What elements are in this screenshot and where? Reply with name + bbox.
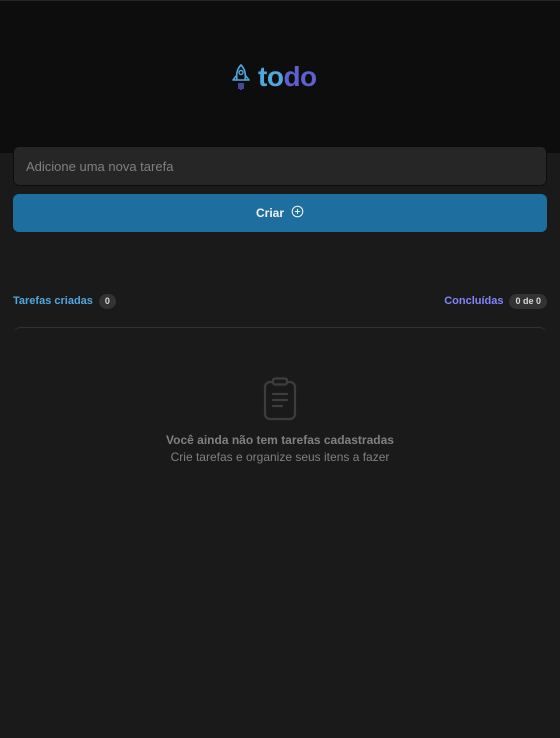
created-tasks-counter: Tarefas criadas 0	[13, 293, 116, 309]
task-counters: Tarefas criadas 0 Concluídas 0 de 0	[13, 293, 547, 309]
clipboard-icon	[263, 377, 297, 426]
created-tasks-badge: 0	[98, 293, 116, 309]
empty-state-subtitle: Crie tarefas e organize seus itens a faz…	[170, 450, 390, 464]
plus-circle-icon	[284, 205, 304, 221]
created-tasks-label: Tarefas criadas	[13, 295, 93, 307]
logo-text-to: to	[258, 61, 284, 92]
task-list: Você ainda não tem tarefas cadastradas C…	[13, 327, 547, 487]
new-task-input[interactable]	[13, 146, 547, 186]
done-tasks-badge: 0 de 0	[509, 293, 547, 309]
app-logo-text: todo	[258, 61, 317, 93]
rocket-icon	[231, 63, 251, 91]
app-header: todo	[0, 0, 560, 153]
app-logo: todo	[231, 61, 317, 93]
create-button-label: Criar	[255, 206, 284, 220]
done-tasks-label: Concluídas	[444, 295, 504, 307]
empty-state-title: Você ainda não tem tarefas cadastradas	[166, 433, 394, 447]
create-task-button[interactable]: Criar	[13, 194, 547, 232]
done-tasks-counter: Concluídas 0 de 0	[444, 293, 547, 309]
logo-text-do: do	[283, 61, 317, 92]
